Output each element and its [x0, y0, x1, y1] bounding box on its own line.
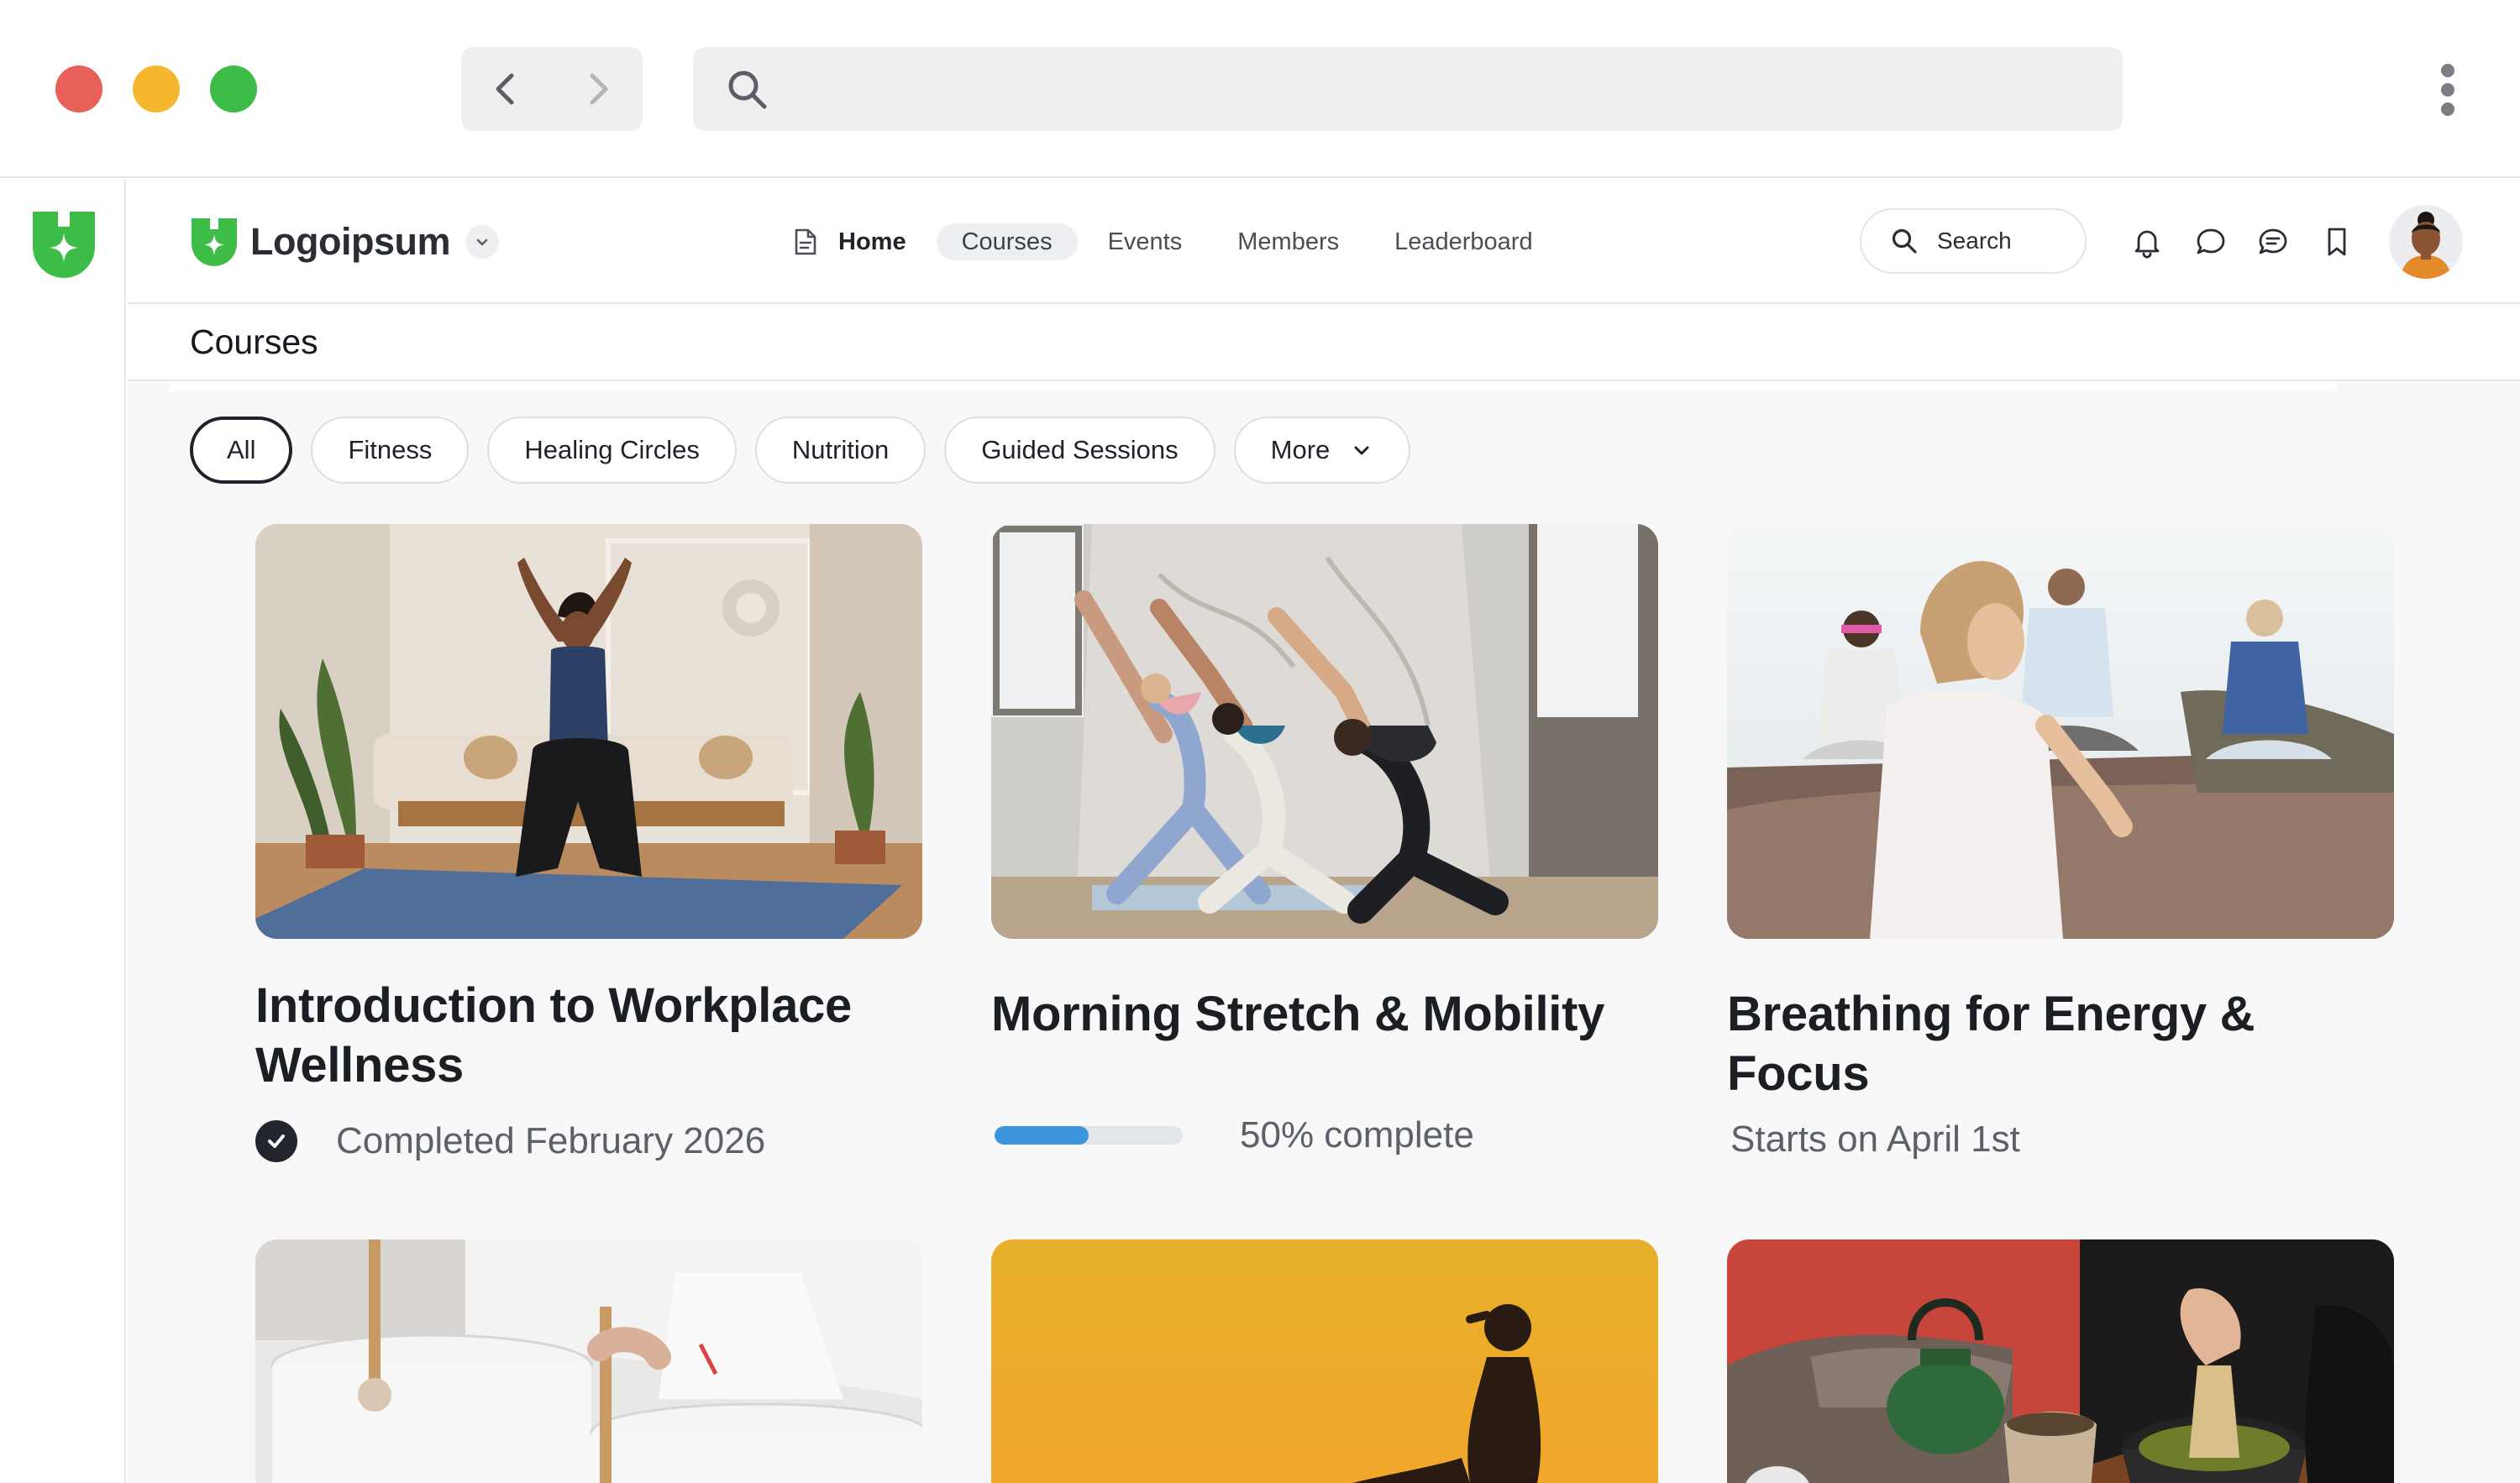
course-thumbnail[interactable] — [1727, 1239, 2394, 1483]
top-navigation: Home Courses Events Members Leaderboard — [793, 220, 1563, 264]
filter-chip-all[interactable]: All — [190, 417, 293, 484]
sound-bowls-image — [255, 1239, 922, 1483]
course-title[interactable]: Breathing for Energy & Focus — [1727, 984, 2265, 1103]
address-bar[interactable] — [693, 47, 2123, 131]
divider — [170, 383, 2337, 391]
browser-chrome — [0, 0, 2520, 178]
progress-fill — [995, 1126, 1089, 1145]
course-title[interactable]: Introduction to Workplace Wellness — [255, 976, 922, 1095]
category-filters: All Fitness Healing Circles Nutrition Gu… — [190, 417, 1429, 484]
status-text: Starts on April 1st — [1730, 1119, 2020, 1160]
stretching-class-image — [991, 524, 1658, 939]
app-rail — [0, 180, 126, 1483]
nav-item-leaderboard[interactable]: Leaderboard — [1369, 223, 1557, 260]
nav-item-label: Members — [1237, 228, 1340, 255]
search-icon — [728, 71, 767, 109]
brand-switcher-button[interactable] — [465, 225, 499, 259]
filter-chip-healing-circles[interactable]: Healing Circles — [487, 417, 737, 484]
courses-content: All Fitness Healing Circles Nutrition Gu… — [128, 383, 2520, 1483]
nav-item-label: Home — [838, 228, 906, 255]
history-nav — [461, 47, 643, 131]
course-card[interactable] — [991, 1239, 1658, 1483]
close-window-button[interactable] — [55, 66, 102, 113]
course-status: 50% complete — [991, 1114, 1658, 1156]
course-card[interactable]: Morning Stretch & Mobility 50% complete — [991, 524, 1658, 1156]
nav-item-label: Events — [1107, 228, 1183, 255]
course-thumbnail[interactable] — [255, 1239, 922, 1483]
outdoor-meditation-image — [1727, 524, 2394, 939]
community-logo-icon[interactable] — [28, 208, 100, 280]
course-status: Starts on April 1st — [1727, 1119, 2394, 1161]
nav-item-courses[interactable]: Courses — [936, 223, 1078, 260]
filter-chip-nutrition[interactable]: Nutrition — [754, 417, 927, 484]
bookmark-icon[interactable] — [2320, 225, 2354, 259]
status-text: 50% complete — [1240, 1114, 1474, 1155]
course-thumbnail[interactable] — [991, 1239, 1658, 1483]
filter-chip-guided-sessions[interactable]: Guided Sessions — [944, 417, 1215, 484]
status-text: Completed February 2026 — [336, 1120, 766, 1161]
user-avatar-image — [2389, 205, 2463, 279]
course-card[interactable] — [1727, 1239, 2394, 1483]
check-circle-icon — [255, 1120, 297, 1162]
minimize-window-button[interactable] — [133, 66, 180, 113]
progress-bar — [995, 1126, 1183, 1145]
course-thumbnail[interactable] — [255, 524, 922, 939]
course-title[interactable]: Morning Stretch & Mobility — [991, 984, 1658, 1044]
chevron-down-icon — [1354, 446, 1369, 455]
search-button[interactable]: Search — [1860, 208, 2087, 274]
nav-item-label: Courses — [961, 228, 1053, 255]
browser-menu-icon[interactable] — [2433, 60, 2466, 119]
messages-icon[interactable] — [2256, 225, 2290, 259]
back-arrow-icon[interactable] — [483, 66, 530, 113]
tea-ceremony-image — [1727, 1239, 2394, 1483]
sunset-meditation-image — [991, 1239, 1658, 1483]
course-status: Completed February 2026 — [255, 1120, 922, 1162]
course-thumbnail[interactable] — [1727, 524, 2394, 939]
avatar[interactable] — [2389, 205, 2463, 279]
brand-logo-icon — [192, 218, 237, 266]
nav-item-members[interactable]: Members — [1212, 223, 1364, 260]
nav-item-label: Leaderboard — [1394, 228, 1533, 255]
page-header: Courses — [128, 306, 2520, 381]
course-thumbnail[interactable] — [991, 524, 1658, 939]
filter-more-dropdown[interactable]: More — [1233, 417, 1411, 484]
document-icon — [795, 228, 816, 255]
course-card[interactable] — [255, 1239, 922, 1483]
chevron-down-icon — [476, 238, 488, 246]
more-label: More — [1270, 435, 1331, 464]
app-header: Logoipsum Home Courses Events Members Le… — [128, 180, 2520, 304]
brand-name: Logoipsum — [250, 220, 450, 263]
filter-chip-fitness[interactable]: Fitness — [311, 417, 470, 484]
forward-arrow-icon[interactable] — [574, 66, 621, 113]
course-card[interactable]: Breathing for Energy & Focus Starts on A… — [1727, 524, 2394, 1161]
course-card[interactable]: Introduction to Workplace Wellness Compl… — [255, 524, 922, 1162]
bell-icon[interactable] — [2130, 225, 2164, 259]
maximize-window-button[interactable] — [210, 66, 257, 113]
nav-item-events[interactable]: Events — [1083, 223, 1208, 260]
nav-item-home[interactable]: Home — [793, 223, 932, 260]
chat-bubble-icon[interactable] — [2194, 225, 2228, 259]
search-icon — [1892, 228, 1917, 254]
brand[interactable]: Logoipsum — [188, 215, 499, 269]
yoga-living-room-image — [255, 524, 922, 939]
page-title: Courses — [190, 322, 318, 361]
search-label: Search — [1937, 228, 2012, 254]
